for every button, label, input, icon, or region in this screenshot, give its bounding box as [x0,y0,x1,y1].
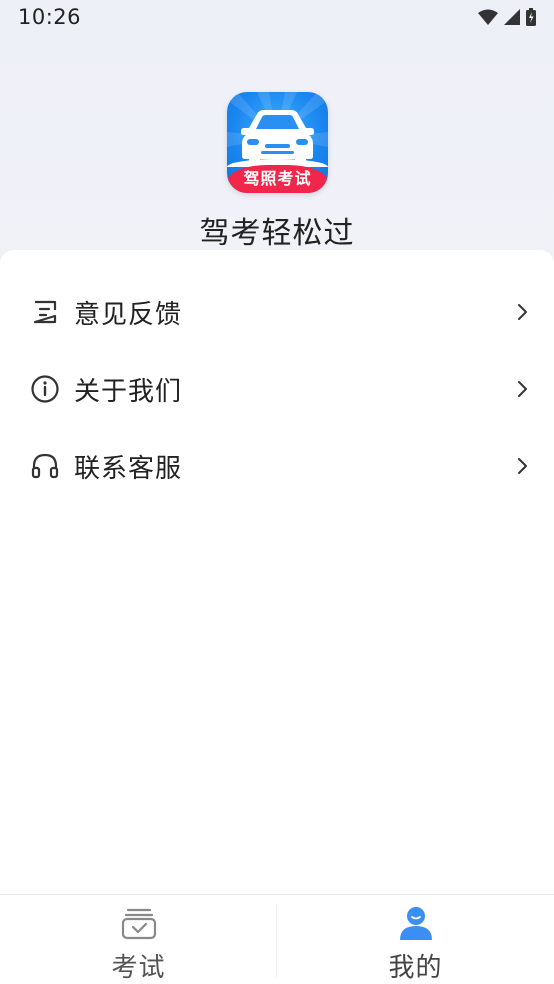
edit-note-icon [30,297,60,327]
menu-item-customer-service[interactable]: 联系客服 [0,430,554,502]
tab-label: 考试 [111,953,166,983]
chevron-right-icon [518,381,527,397]
tab-label: 我的 [388,953,443,983]
tab-exam[interactable]: 考试 [0,895,277,984]
profile-header: 驾照考试 驾考轻松过 [0,0,554,260]
exam-box-icon [119,903,159,943]
user-icon [396,903,436,943]
menu-item-about[interactable]: 关于我们 [0,353,554,425]
tab-mine[interactable]: 我的 [277,895,554,984]
bottom-tab-bar: 考试 我的 [0,894,554,984]
info-circle-icon [30,374,60,404]
headset-icon [30,451,60,481]
app-logo: 驾照考试 [227,92,328,193]
menu-item-label: 意见反馈 [74,299,183,330]
menu-card: 意见反馈 关于我们 联系客服 [0,250,554,894]
menu-item-feedback[interactable]: 意见反馈 [0,276,554,348]
menu-item-label: 关于我们 [74,376,183,407]
logo-ribbon-text: 驾照考试 [227,165,328,193]
chevron-right-icon [518,458,527,474]
app-name: 驾考轻松过 [199,216,355,251]
chevron-right-icon [518,304,527,320]
menu-item-label: 联系客服 [74,453,183,484]
